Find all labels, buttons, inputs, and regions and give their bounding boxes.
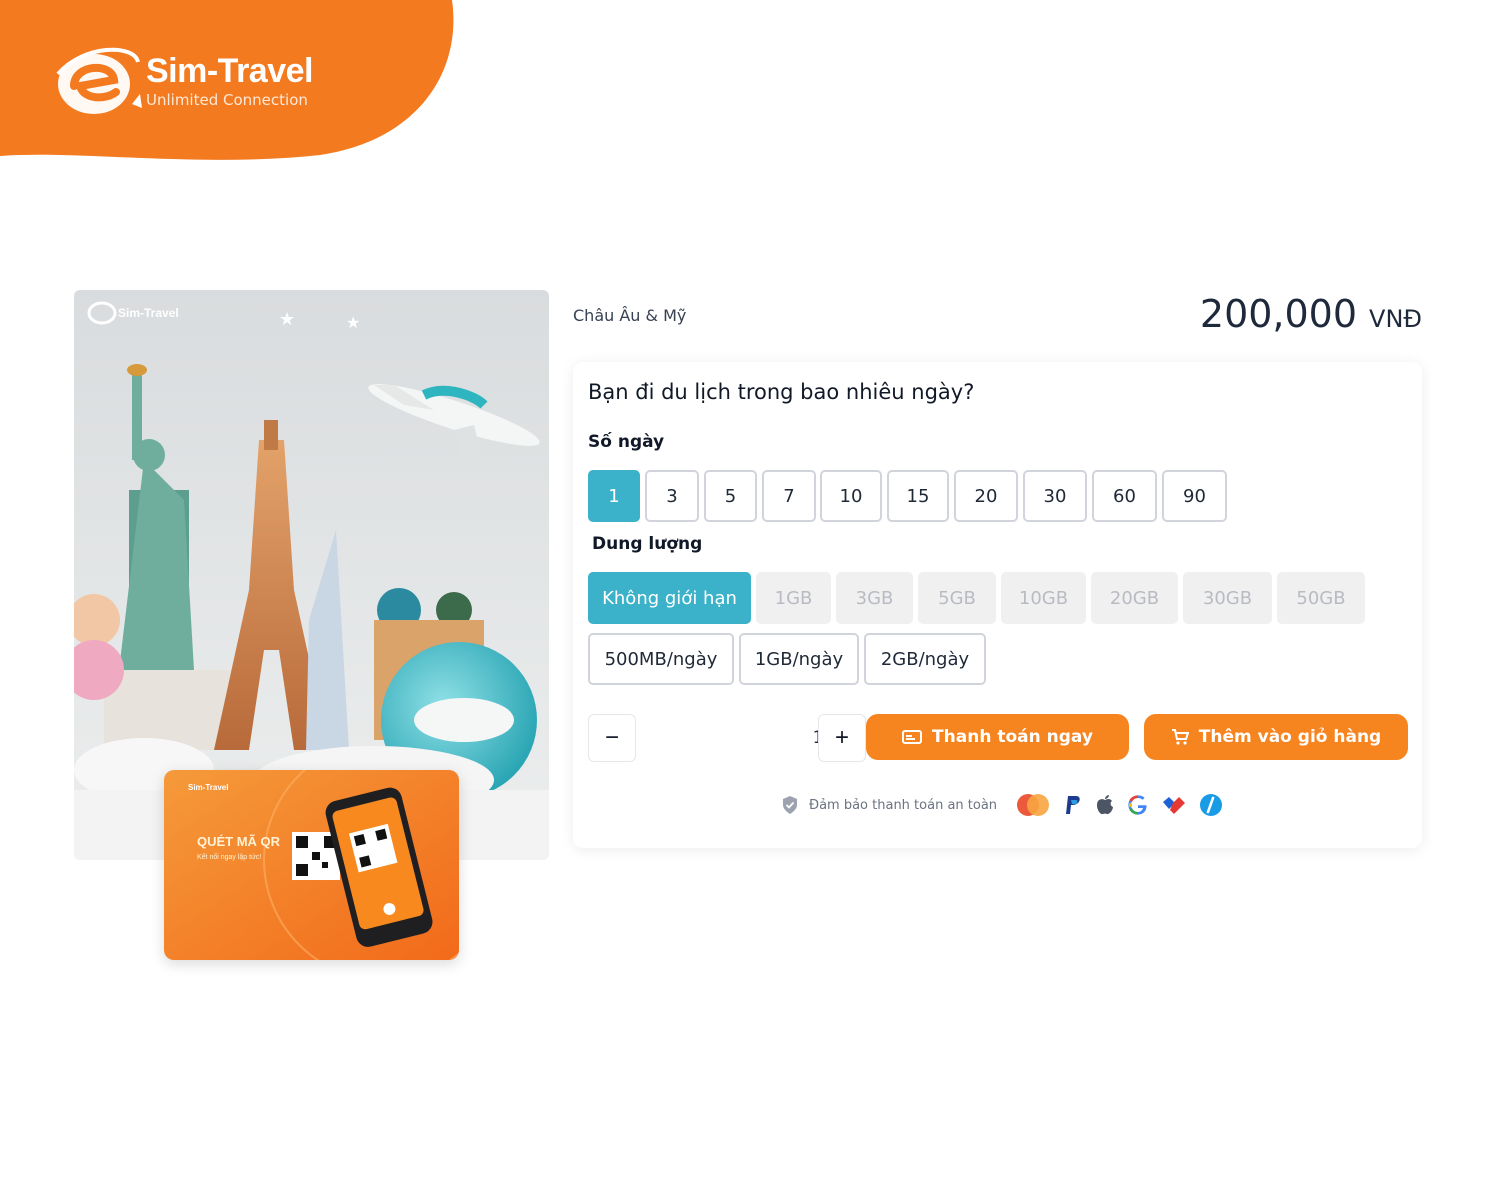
ecommerce-icon [1161, 794, 1187, 816]
daily-data-option[interactable]: 2GB/ngày [864, 633, 986, 685]
paypal-icon [1063, 794, 1083, 816]
data-option[interactable]: Không giới hạn [588, 572, 751, 624]
purchase-panel: Bạn đi du lịch trong bao nhiêu ngày? Số … [573, 362, 1422, 848]
buy-now-label: Thanh toán ngay [932, 727, 1093, 747]
svg-text:★: ★ [279, 309, 295, 329]
add-to-cart-label: Thêm vào giỏ hàng [1198, 727, 1382, 747]
day-option[interactable]: 10 [820, 470, 882, 522]
price-value: 200,000 [1199, 292, 1358, 336]
price: 200,000 VNĐ [1200, 292, 1422, 336]
day-option[interactable]: 7 [762, 470, 816, 522]
apple-icon [1095, 794, 1115, 816]
days-label: Số ngày [588, 432, 665, 452]
data-option[interactable]: 20GB [1091, 572, 1178, 624]
qr-card-image: Sim-Travel QUÉT MÃ QR Kết nối ngay lập t… [164, 770, 459, 960]
add-to-cart-button[interactable]: Thêm vào giỏ hàng [1144, 714, 1408, 760]
data-label: Dung lượng [592, 534, 703, 554]
day-option[interactable]: 30 [1023, 470, 1087, 522]
shield-icon [783, 796, 797, 814]
logo-title: Sim-Travel [146, 52, 313, 90]
google-icon [1127, 794, 1149, 816]
logo-tagline: Unlimited Connection [146, 91, 308, 109]
wallet-icon [1199, 793, 1223, 817]
logo-mark-icon [56, 47, 142, 114]
mastercard-icon [1015, 793, 1051, 817]
svg-text:★: ★ [346, 315, 360, 332]
price-currency: VNĐ [1369, 305, 1422, 333]
product-region: Châu Âu & Mỹ [573, 306, 687, 325]
qr-card-logo: Sim-Travel [188, 783, 228, 792]
day-option[interactable]: 60 [1092, 470, 1157, 522]
data-option[interactable]: 1GB [756, 572, 831, 624]
day-option[interactable]: 1 [588, 470, 640, 522]
secure-payment: Đảm bảo thanh toán an toàn [781, 790, 1223, 820]
data-option[interactable]: 30GB [1183, 572, 1272, 624]
daily-data-option[interactable]: 500MB/ngày [588, 633, 734, 685]
data-option[interactable]: 50GB [1277, 572, 1365, 624]
day-option[interactable]: 5 [704, 470, 757, 522]
data-option[interactable]: 5GB [918, 572, 996, 624]
day-option[interactable]: 3 [645, 470, 699, 522]
qr-card-subtitle: Kết nối ngay lập tức! [197, 852, 261, 861]
logo[interactable]: Sim-Travel Unlimited Connection [54, 34, 314, 124]
data-option[interactable]: 10GB [1001, 572, 1086, 624]
data-option[interactable]: 3GB [836, 572, 913, 624]
card-icon [902, 730, 923, 744]
image-logo: Sim-Travel [118, 306, 179, 320]
daily-data-option[interactable]: 1GB/ngày [739, 633, 859, 685]
quantity-increase-button[interactable]: + [818, 714, 866, 762]
buy-now-button[interactable]: Thanh toán ngay [866, 714, 1129, 760]
quantity-decrease-button[interactable]: − [588, 714, 636, 762]
days-question: Bạn đi du lịch trong bao nhiêu ngày? [588, 380, 975, 404]
cart-icon [1171, 729, 1189, 745]
day-option[interactable]: 15 [887, 470, 949, 522]
day-option[interactable]: 90 [1162, 470, 1227, 522]
qr-card-title: QUÉT MÃ QR [197, 834, 281, 849]
payment-methods [1015, 793, 1223, 817]
day-option[interactable]: 20 [954, 470, 1018, 522]
secure-payment-text: Đảm bảo thanh toán an toàn [809, 797, 998, 813]
